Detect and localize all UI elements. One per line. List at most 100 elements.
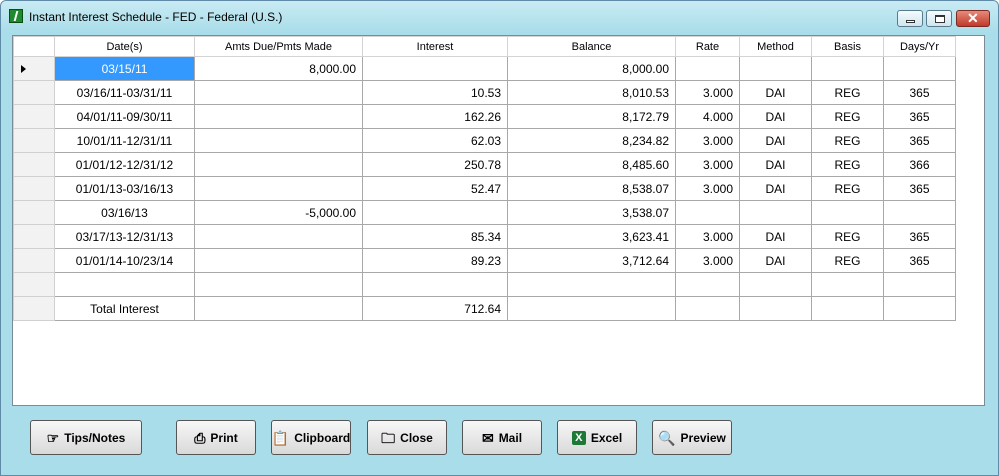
column-header-basis[interactable]: Basis	[811, 36, 884, 57]
rate-cell[interactable]	[675, 56, 740, 81]
amount-cell[interactable]	[194, 296, 363, 321]
row-selector[interactable]	[13, 224, 55, 249]
amount-cell[interactable]	[194, 272, 363, 297]
method-cell[interactable]: DAI	[739, 152, 812, 177]
days-per-year-cell[interactable]	[883, 296, 956, 321]
print-button[interactable]: ⎙ Print	[176, 420, 256, 455]
method-cell[interactable]: DAI	[739, 248, 812, 273]
balance-cell[interactable]: 8,485.60	[507, 152, 676, 177]
basis-cell[interactable]: REG	[811, 128, 884, 153]
rate-cell[interactable]: 3.000	[675, 224, 740, 249]
table-row[interactable]: 04/01/11-09/30/11 162.26 8,172.79 4.000 DAI R…	[13, 104, 956, 129]
row-selector[interactable]	[13, 272, 55, 297]
method-cell[interactable]: DAI	[739, 80, 812, 105]
days-per-year-cell[interactable]: 366	[883, 152, 956, 177]
method-cell[interactable]	[739, 56, 812, 81]
amount-cell[interactable]	[194, 128, 363, 153]
table-row[interactable]	[13, 272, 956, 297]
rate-cell[interactable]	[675, 200, 740, 225]
column-header-interest[interactable]: Interest	[362, 36, 508, 57]
amount-cell[interactable]: -5,000.00	[194, 200, 363, 225]
interest-cell[interactable]: 85.34	[362, 224, 508, 249]
table-row[interactable]: 03/15/11 8,000.00 8,000.00	[13, 56, 956, 81]
row-selector[interactable]	[13, 176, 55, 201]
column-header-method[interactable]: Method	[739, 36, 812, 57]
balance-cell[interactable]: 8,172.79	[507, 104, 676, 129]
date-cell[interactable]: Total Interest	[54, 296, 195, 321]
table-row[interactable]: 03/16/13 -5,000.00 3,538.07	[13, 200, 956, 225]
date-cell[interactable]: 03/17/13-12/31/13	[54, 224, 195, 249]
app-logo-icon[interactable]	[9, 9, 23, 23]
days-per-year-cell[interactable]: 365	[883, 224, 956, 249]
balance-cell[interactable]: 8,234.82	[507, 128, 676, 153]
maximize-button[interactable]	[926, 10, 952, 27]
row-selector[interactable]	[13, 200, 55, 225]
basis-cell[interactable]: REG	[811, 104, 884, 129]
amount-cell[interactable]	[194, 224, 363, 249]
interest-cell[interactable]: 10.53	[362, 80, 508, 105]
basis-cell[interactable]	[811, 296, 884, 321]
balance-cell[interactable]	[507, 272, 676, 297]
date-cell[interactable]: 03/16/11-03/31/11	[54, 80, 195, 105]
column-header-days-per-year[interactable]: Days/Yr	[883, 36, 956, 57]
row-selector[interactable]	[13, 128, 55, 153]
rate-cell[interactable]: 3.000	[675, 176, 740, 201]
close-button[interactable]: 🗀 Close	[367, 420, 447, 455]
interest-cell[interactable]	[362, 200, 508, 225]
method-cell[interactable]	[739, 272, 812, 297]
excel-button[interactable]: X Excel	[557, 420, 637, 455]
basis-cell[interactable]: REG	[811, 176, 884, 201]
amount-cell[interactable]	[194, 104, 363, 129]
balance-cell[interactable]	[507, 296, 676, 321]
date-cell[interactable]: 01/01/14-10/23/14	[54, 248, 195, 273]
date-cell[interactable]: 04/01/11-09/30/11	[54, 104, 195, 129]
days-per-year-cell[interactable]: 365	[883, 128, 956, 153]
interest-cell[interactable]	[362, 272, 508, 297]
table-row[interactable]: 01/01/14-10/23/14 89.23 3,712.64 3.000 DAI RE…	[13, 248, 956, 273]
days-per-year-cell[interactable]	[883, 200, 956, 225]
preview-button[interactable]: 🔍 Preview	[652, 420, 732, 455]
row-selector[interactable]	[13, 248, 55, 273]
days-per-year-cell[interactable]: 365	[883, 104, 956, 129]
date-cell[interactable]: 01/01/13-03/16/13	[54, 176, 195, 201]
balance-cell[interactable]: 8,000.00	[507, 56, 676, 81]
interest-cell[interactable]: 250.78	[362, 152, 508, 177]
interest-cell[interactable]: 712.64	[362, 296, 508, 321]
basis-cell[interactable]	[811, 56, 884, 81]
method-cell[interactable]: DAI	[739, 128, 812, 153]
method-cell[interactable]: DAI	[739, 176, 812, 201]
method-cell[interactable]	[739, 200, 812, 225]
balance-cell[interactable]: 3,623.41	[507, 224, 676, 249]
amount-cell[interactable]	[194, 176, 363, 201]
interest-cell[interactable]: 89.23	[362, 248, 508, 273]
interest-cell[interactable]: 52.47	[362, 176, 508, 201]
rate-cell[interactable]: 3.000	[675, 248, 740, 273]
basis-cell[interactable]	[811, 272, 884, 297]
rate-cell[interactable]: 4.000	[675, 104, 740, 129]
table-row[interactable]: 01/01/13-03/16/13 52.47 8,538.07 3.000 DAI RE…	[13, 176, 956, 201]
title-bar[interactable]: Instant Interest Schedule - FED - Federa…	[1, 1, 998, 33]
days-per-year-cell[interactable]: 365	[883, 248, 956, 273]
date-cell[interactable]: 03/15/11	[54, 56, 195, 81]
interest-cell[interactable]	[362, 56, 508, 81]
row-selector[interactable]	[13, 296, 55, 321]
column-header-balance[interactable]: Balance	[507, 36, 676, 57]
column-header-rate[interactable]: Rate	[675, 36, 740, 57]
minimize-button[interactable]	[897, 10, 923, 27]
method-cell[interactable]: DAI	[739, 104, 812, 129]
amount-cell[interactable]	[194, 248, 363, 273]
amount-cell[interactable]	[194, 152, 363, 177]
amount-cell[interactable]: 8,000.00	[194, 56, 363, 81]
balance-cell[interactable]: 8,538.07	[507, 176, 676, 201]
tips-notes-button[interactable]: ☞ Tips/Notes	[30, 420, 142, 455]
days-per-year-cell[interactable]	[883, 272, 956, 297]
column-header-amounts[interactable]: Amts Due/Pmts Made	[194, 36, 363, 57]
rate-cell[interactable]: 3.000	[675, 152, 740, 177]
basis-cell[interactable]	[811, 200, 884, 225]
table-row[interactable]: 03/17/13-12/31/13 85.34 3,623.41 3.000 DAI RE…	[13, 224, 956, 249]
interest-cell[interactable]: 62.03	[362, 128, 508, 153]
amount-cell[interactable]	[194, 80, 363, 105]
basis-cell[interactable]: REG	[811, 224, 884, 249]
balance-cell[interactable]: 3,538.07	[507, 200, 676, 225]
method-cell[interactable]: DAI	[739, 224, 812, 249]
